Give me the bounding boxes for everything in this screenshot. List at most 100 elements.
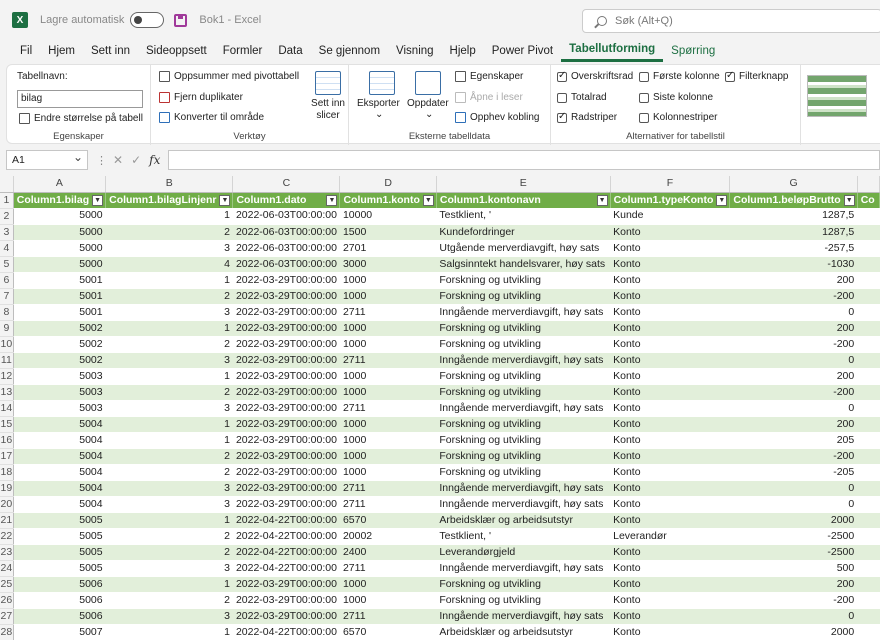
row-number[interactable]: 21 (0, 512, 14, 529)
row-number[interactable]: 12 (0, 368, 14, 385)
table-cell[interactable] (857, 560, 880, 577)
table-cell[interactable]: 2000 (729, 624, 858, 640)
table-cell[interactable]: 3 (105, 400, 233, 417)
header-row-checkbox[interactable]: Overskriftsrad (557, 70, 633, 82)
table-cell[interactable]: Forskning og utvikling (436, 464, 611, 481)
table-cell[interactable]: 2 (105, 592, 233, 609)
cancel-icon[interactable]: ✕ (113, 153, 123, 167)
table-cell[interactable] (857, 352, 880, 369)
table-cell[interactable]: 2711 (339, 496, 437, 513)
table-cell[interactable]: 0 (729, 352, 858, 369)
table-cell[interactable]: Arbeidsklær og arbeidsutstyr (436, 624, 611, 640)
tab-data[interactable]: Data (270, 40, 310, 62)
table-cell[interactable]: 3 (105, 352, 233, 369)
table-cell[interactable]: -200 (729, 592, 858, 609)
row-number[interactable]: 9 (0, 320, 14, 337)
column-header[interactable] (857, 176, 880, 193)
filter-button-checkbox[interactable]: Filterknapp (725, 70, 788, 82)
table-cell[interactable]: Konto (610, 336, 730, 353)
table-cell[interactable]: 0 (729, 608, 858, 625)
table-cell[interactable] (857, 224, 880, 241)
row-number[interactable]: 27 (0, 608, 14, 625)
table-cell[interactable]: 5001 (13, 272, 106, 289)
table-cell[interactable]: 2022-04-22T00:00:00 (232, 544, 340, 561)
table-cell[interactable]: 2022-03-29T00:00:00 (232, 496, 340, 513)
select-all-corner[interactable] (0, 176, 14, 193)
table-cell[interactable]: 3 (105, 560, 233, 577)
table-cell[interactable]: 1000 (339, 448, 437, 465)
table-cell[interactable]: 0 (729, 496, 858, 513)
table-cell[interactable]: 5004 (13, 432, 106, 449)
table-header-cell[interactable]: Column1.konto ▼ (339, 192, 437, 208)
unlink-button[interactable]: Opphev kobling (455, 112, 540, 123)
table-cell[interactable]: Konto (610, 240, 730, 257)
table-cell[interactable]: Konto (610, 576, 730, 593)
table-cell[interactable]: Konto (610, 288, 730, 305)
row-number[interactable]: 15 (0, 416, 14, 433)
refresh-dropdown-icon[interactable]: ⌄ (425, 109, 433, 120)
tab-sporring[interactable]: Spørring (663, 40, 723, 62)
table-cell[interactable]: Konto (610, 352, 730, 369)
table-cell[interactable]: 2400 (339, 544, 437, 561)
table-cell[interactable]: 2 (105, 384, 233, 401)
table-cell[interactable]: 2022-03-29T00:00:00 (232, 400, 340, 417)
table-header-cell[interactable]: Column1.typeKonto ▼ (610, 192, 731, 208)
table-cell[interactable]: 5003 (13, 400, 106, 417)
table-cell[interactable]: 1 (105, 512, 233, 529)
table-style-gallery[interactable] (807, 75, 867, 117)
table-cell[interactable]: Inngående merverdiavgift, høy sats (436, 480, 611, 497)
tab-sett-inn[interactable]: Sett inn (83, 40, 138, 62)
banded-columns-checkbox[interactable]: Kolonnestriper (639, 112, 717, 123)
export-dropdown-icon[interactable]: ⌄ (375, 109, 383, 120)
table-cell[interactable]: Salgsinntekt handelsvarer, høy sats (436, 256, 611, 273)
resize-table-button[interactable]: Endre størrelse på tabell (19, 113, 143, 124)
table-cell[interactable]: 1 (105, 368, 233, 385)
filter-dropdown-icon[interactable]: ▼ (843, 194, 855, 206)
table-cell[interactable]: 5003 (13, 384, 106, 401)
table-cell[interactable]: 2 (105, 464, 233, 481)
table-cell[interactable]: Konto (610, 256, 730, 273)
table-cell[interactable] (857, 624, 880, 640)
table-cell[interactable]: Konto (610, 544, 730, 561)
table-cell[interactable]: 1 (105, 208, 233, 225)
table-cell[interactable]: 20002 (339, 528, 437, 545)
table-cell[interactable]: Forskning og utvikling (436, 288, 611, 305)
table-cell[interactable]: 2022-03-29T00:00:00 (232, 368, 340, 385)
filter-dropdown-icon[interactable]: ▼ (716, 194, 728, 206)
row-number[interactable]: 14 (0, 400, 14, 417)
table-cell[interactable]: 3 (105, 240, 233, 257)
table-cell[interactable] (857, 592, 880, 609)
table-cell[interactable]: 3000 (339, 256, 437, 273)
table-cell[interactable] (857, 544, 880, 561)
table-cell[interactable]: Konto (610, 224, 730, 241)
table-cell[interactable]: Utgående merverdiavgift, høy sats (436, 240, 611, 257)
row-number[interactable]: 4 (0, 240, 14, 257)
table-cell[interactable]: Konto (610, 272, 730, 289)
tab-tabellutforming[interactable]: Tabellutforming (561, 40, 664, 62)
table-cell[interactable]: Forskning og utvikling (436, 336, 611, 353)
table-cell[interactable]: 2 (105, 336, 233, 353)
table-header-cell[interactable]: Co (857, 192, 880, 208)
table-cell[interactable]: 2 (105, 528, 233, 545)
table-cell[interactable]: Konto (610, 384, 730, 401)
table-cell[interactable]: 5006 (13, 608, 106, 625)
tab-sideoppsett[interactable]: Sideoppsett (138, 40, 215, 62)
table-cell[interactable]: 6570 (339, 624, 437, 640)
table-cell[interactable]: 1 (105, 416, 233, 433)
table-cell[interactable]: 1000 (339, 592, 437, 609)
table-cell[interactable]: 5000 (13, 256, 106, 273)
table-cell[interactable] (857, 304, 880, 321)
table-header-cell[interactable]: Column1.beløpBrutto ▼ (729, 192, 858, 208)
table-cell[interactable]: 2022-04-22T00:00:00 (232, 528, 340, 545)
table-cell[interactable]: 200 (729, 368, 858, 385)
table-cell[interactable]: 4 (105, 256, 233, 273)
table-cell[interactable]: -1030 (729, 256, 858, 273)
table-cell[interactable] (857, 288, 880, 305)
table-cell[interactable]: 5003 (13, 368, 106, 385)
table-cell[interactable]: Testklient, ' (436, 528, 611, 545)
table-cell[interactable]: Inngående merverdiavgift, høy sats (436, 608, 611, 625)
table-cell[interactable]: 5004 (13, 416, 106, 433)
row-number[interactable]: 23 (0, 544, 14, 561)
table-cell[interactable]: 1000 (339, 272, 437, 289)
row-number[interactable]: 8 (0, 304, 14, 321)
